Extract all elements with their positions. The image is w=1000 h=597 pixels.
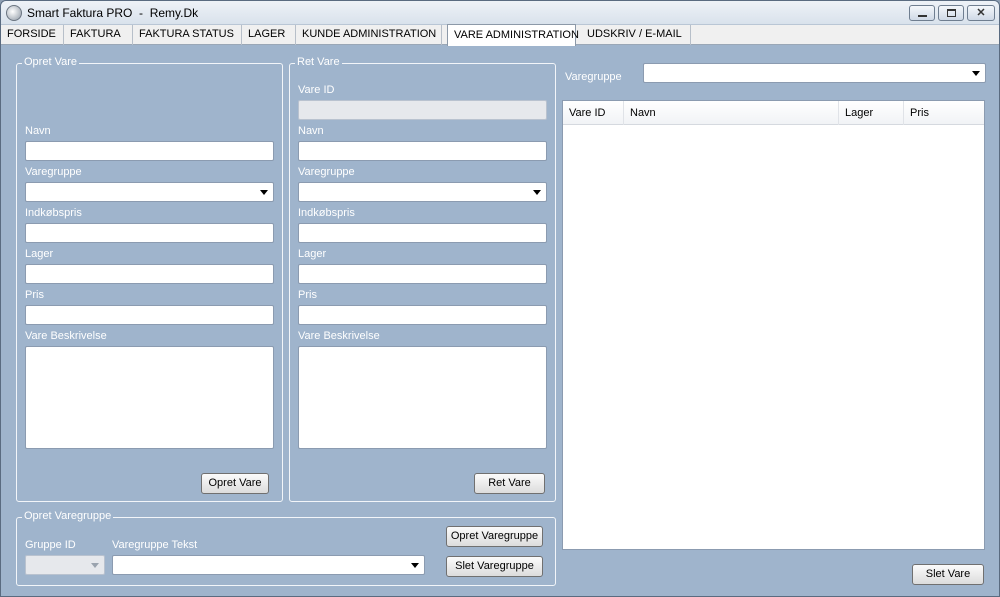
- opret-pris-label: Pris: [25, 289, 44, 301]
- slet-vare-button[interactable]: Slet Vare: [912, 564, 984, 585]
- maximize-icon: [947, 9, 956, 17]
- opret-pris-input[interactable]: [25, 305, 274, 325]
- ret-varegruppe-select[interactable]: [298, 182, 547, 202]
- opret-beskrivelse-label: Vare Beskrivelse: [25, 330, 107, 342]
- tab-lager[interactable]: LAGER: [242, 25, 296, 45]
- chevron-down-icon: [91, 563, 99, 568]
- ret-beskrivelse-label: Vare Beskrivelse: [298, 330, 380, 342]
- opret-beskrivelse-textarea[interactable]: [25, 346, 274, 449]
- vare-list[interactable]: Vare ID Navn Lager Pris: [562, 100, 985, 550]
- opret-varegruppe-label: Varegruppe: [25, 166, 82, 178]
- column-header-navn[interactable]: Navn: [624, 101, 839, 125]
- tab-faktura[interactable]: FAKTURA: [64, 25, 133, 45]
- varegruppe-tekst-select[interactable]: [112, 555, 425, 575]
- chevron-down-icon: [533, 190, 541, 195]
- opret-navn-input[interactable]: [25, 141, 274, 161]
- ret-vare-id-label: Vare ID: [298, 84, 335, 96]
- varegruppe-tekst-label: Varegruppe Tekst: [112, 539, 198, 551]
- tab-udskriv-email[interactable]: UDSKRIV / E-MAIL: [581, 25, 691, 45]
- column-header-vare-id[interactable]: Vare ID: [563, 101, 624, 125]
- ret-pris-input[interactable]: [298, 305, 547, 325]
- list-header: Vare ID Navn Lager Pris: [563, 101, 984, 125]
- column-header-pris[interactable]: Pris: [904, 101, 984, 125]
- ret-vare-legend: Ret Vare: [295, 56, 342, 68]
- app-icon: [6, 5, 22, 21]
- title-bar[interactable]: Smart Faktura PRO - Remy.Dk ✕: [1, 1, 999, 25]
- opret-navn-label: Navn: [25, 125, 51, 137]
- opret-vare-legend: Opret Vare: [22, 56, 79, 68]
- ret-pris-label: Pris: [298, 289, 317, 301]
- chevron-down-icon: [411, 563, 419, 568]
- opret-varegruppe-button[interactable]: Opret Varegruppe: [446, 526, 543, 547]
- opret-indkobspris-input[interactable]: [25, 223, 274, 243]
- close-button[interactable]: ✕: [967, 5, 995, 21]
- tab-bar: FORSIDE FAKTURA FAKTURA STATUS LAGER KUN…: [1, 24, 999, 46]
- close-icon: ✕: [976, 7, 986, 19]
- filter-varegruppe-select[interactable]: [643, 63, 986, 83]
- ret-vare-button[interactable]: Ret Vare: [474, 473, 545, 494]
- tab-vare-administration[interactable]: VARE ADMINISTRATION: [447, 24, 579, 46]
- opret-indkobspris-label: Indkøbspris: [25, 207, 82, 219]
- ret-lager-input[interactable]: [298, 264, 547, 284]
- chevron-down-icon: [260, 190, 268, 195]
- tab-forside[interactable]: FORSIDE: [1, 25, 64, 45]
- minimize-button[interactable]: [909, 5, 935, 21]
- tab-faktura-status[interactable]: FAKTURA STATUS: [133, 25, 242, 45]
- gruppe-id-label: Gruppe ID: [25, 539, 76, 551]
- opret-varegruppe-select[interactable]: [25, 182, 274, 202]
- slet-varegruppe-button[interactable]: Slet Varegruppe: [446, 556, 543, 577]
- opret-varegruppe-legend: Opret Varegruppe: [22, 510, 114, 522]
- window-title: Smart Faktura PRO - Remy.Dk: [27, 6, 199, 20]
- maximize-button[interactable]: [938, 5, 964, 21]
- opret-lager-input[interactable]: [25, 264, 274, 284]
- gruppe-id-select[interactable]: [25, 555, 105, 575]
- app-window: Smart Faktura PRO - Remy.Dk ✕ FORSIDE FA…: [0, 0, 1000, 597]
- ret-lager-label: Lager: [298, 248, 327, 260]
- opret-lager-label: Lager: [25, 248, 54, 260]
- ret-indkobspris-label: Indkøbspris: [298, 207, 355, 219]
- tab-kunde-administration[interactable]: KUNDE ADMINISTRATION: [296, 25, 442, 45]
- opret-vare-button[interactable]: Opret Vare: [201, 473, 269, 494]
- ret-navn-input[interactable]: [298, 141, 547, 161]
- ret-varegruppe-label: Varegruppe: [298, 166, 355, 178]
- ret-navn-label: Navn: [298, 125, 324, 137]
- ret-vare-id-input[interactable]: [298, 100, 547, 120]
- filter-varegruppe-label: Varegruppe: [565, 71, 622, 83]
- column-header-lager[interactable]: Lager: [839, 101, 904, 125]
- ret-indkobspris-input[interactable]: [298, 223, 547, 243]
- minimize-icon: [918, 15, 927, 17]
- ret-beskrivelse-textarea[interactable]: [298, 346, 547, 449]
- chevron-down-icon: [972, 71, 980, 76]
